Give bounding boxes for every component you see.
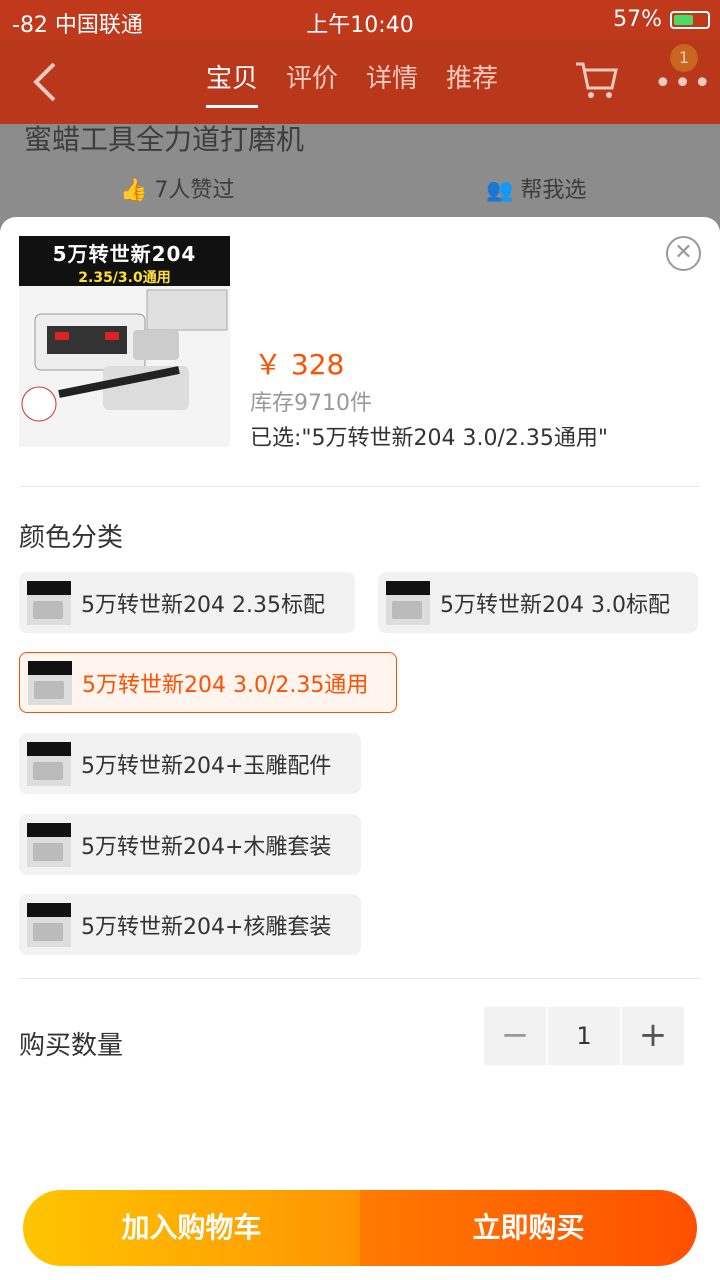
sku-sheet: 5万转世新204 2.35/3.0通用 ✕ ￥ 328 库存9710件 已选:"… [0, 217, 720, 1280]
option-nut-carving-set[interactable]: 5万转世新204+核雕套装 [19, 894, 361, 955]
likes-label: 👍 7人赞过 [120, 172, 234, 204]
battery-percent: 57% [613, 7, 662, 32]
tab-item[interactable]: 宝贝 [206, 58, 259, 108]
option-thumbnail [28, 660, 72, 705]
option-thumbnail [386, 580, 430, 625]
tab-reviews[interactable]: 评价 [286, 58, 338, 108]
battery-icon [670, 10, 710, 29]
buy-now-button[interactable]: 立即购买 [360, 1190, 697, 1266]
nav-bar: 宝贝 评价 详情 推荐 ••• 1 [0, 40, 720, 124]
option-30-standard[interactable]: 5万转世新204 3.0标配 [378, 572, 698, 633]
color-section-title: 颜色分类 [19, 523, 124, 553]
notification-badge: 1 [670, 44, 698, 72]
tab-recommend[interactable]: 推荐 [446, 58, 498, 108]
underlying-page: 蜜蜡工具全力道打磨机 👍 7人赞过 👥 帮我选 [0, 123, 720, 224]
option-universal[interactable]: 5万转世新204 3.0/2.35通用 [19, 652, 397, 713]
quantity-value[interactable]: 1 [548, 1007, 620, 1065]
option-label: 5万转世新204 3.0/2.35通用 [82, 672, 369, 698]
price: ￥ 328 [254, 348, 345, 381]
quantity-label: 购买数量 [19, 1031, 124, 1061]
product-thumbnail: 5万转世新204 2.35/3.0通用 [19, 236, 230, 447]
people-icon: 👥 [486, 178, 514, 203]
option-label: 5万转世新204+木雕套装 [81, 834, 332, 860]
increment-button[interactable]: + [622, 1007, 684, 1065]
likes-count: 7人赞过 [154, 178, 235, 203]
option-wood-carving-set[interactable]: 5万转世新204+木雕套装 [19, 814, 361, 875]
help-choose-text: 帮我选 [520, 178, 587, 203]
option-label: 5万转世新204 3.0标配 [440, 592, 670, 618]
status-bar: -82 中国联通 上午10:40 57% [0, 0, 720, 40]
grinder-image [21, 289, 228, 422]
chevron-left-icon [33, 62, 56, 102]
decrement-button[interactable]: − [484, 1007, 546, 1065]
back-button[interactable] [30, 60, 60, 111]
option-label: 5万转世新204+玉雕配件 [81, 753, 332, 779]
thumbnail-banner: 5万转世新204 2.35/3.0通用 [19, 236, 230, 286]
option-thumbnail [27, 902, 71, 947]
option-thumbnail [27, 741, 71, 786]
quantity-stepper: − 1 + [484, 1007, 684, 1065]
clock: 上午10:40 [306, 13, 414, 38]
thumbs-up-icon: 👍 [120, 178, 148, 203]
divider [19, 978, 700, 979]
close-button[interactable]: ✕ [666, 236, 701, 271]
option-label: 5万转世新204 2.35标配 [81, 592, 325, 618]
thumbnail-line1: 5万转世新204 [52, 242, 197, 266]
option-label: 5万转世新204+核雕套装 [81, 914, 332, 940]
close-icon: ✕ [674, 240, 693, 265]
stock-count: 库存9710件 [250, 391, 372, 416]
cart-button[interactable] [574, 60, 618, 100]
option-235-standard[interactable]: 5万转世新204 2.35标配 [19, 572, 355, 633]
tab-details[interactable]: 详情 [366, 58, 418, 108]
status-right: 57% [613, 7, 710, 32]
option-thumbnail [27, 822, 71, 867]
help-choose-label: 👥 帮我选 [486, 172, 586, 204]
selected-summary: 已选:"5万转世新204 3.0/2.35通用" [250, 426, 609, 451]
thumbnail-line2: 2.35/3.0通用 [78, 270, 171, 286]
product-title: 蜜蜡工具全力道打磨机 [24, 123, 305, 156]
option-thumbnail [27, 580, 71, 625]
option-jade-accessories[interactable]: 5万转世新204+玉雕配件 [19, 733, 361, 794]
nav-tabs: 宝贝 评价 详情 推荐 [206, 58, 498, 108]
divider [19, 486, 700, 487]
add-to-cart-button[interactable]: 加入购物车 [23, 1190, 360, 1266]
cart-icon [576, 62, 618, 98]
action-bar: 加入购物车 立即购买 [23, 1190, 697, 1266]
